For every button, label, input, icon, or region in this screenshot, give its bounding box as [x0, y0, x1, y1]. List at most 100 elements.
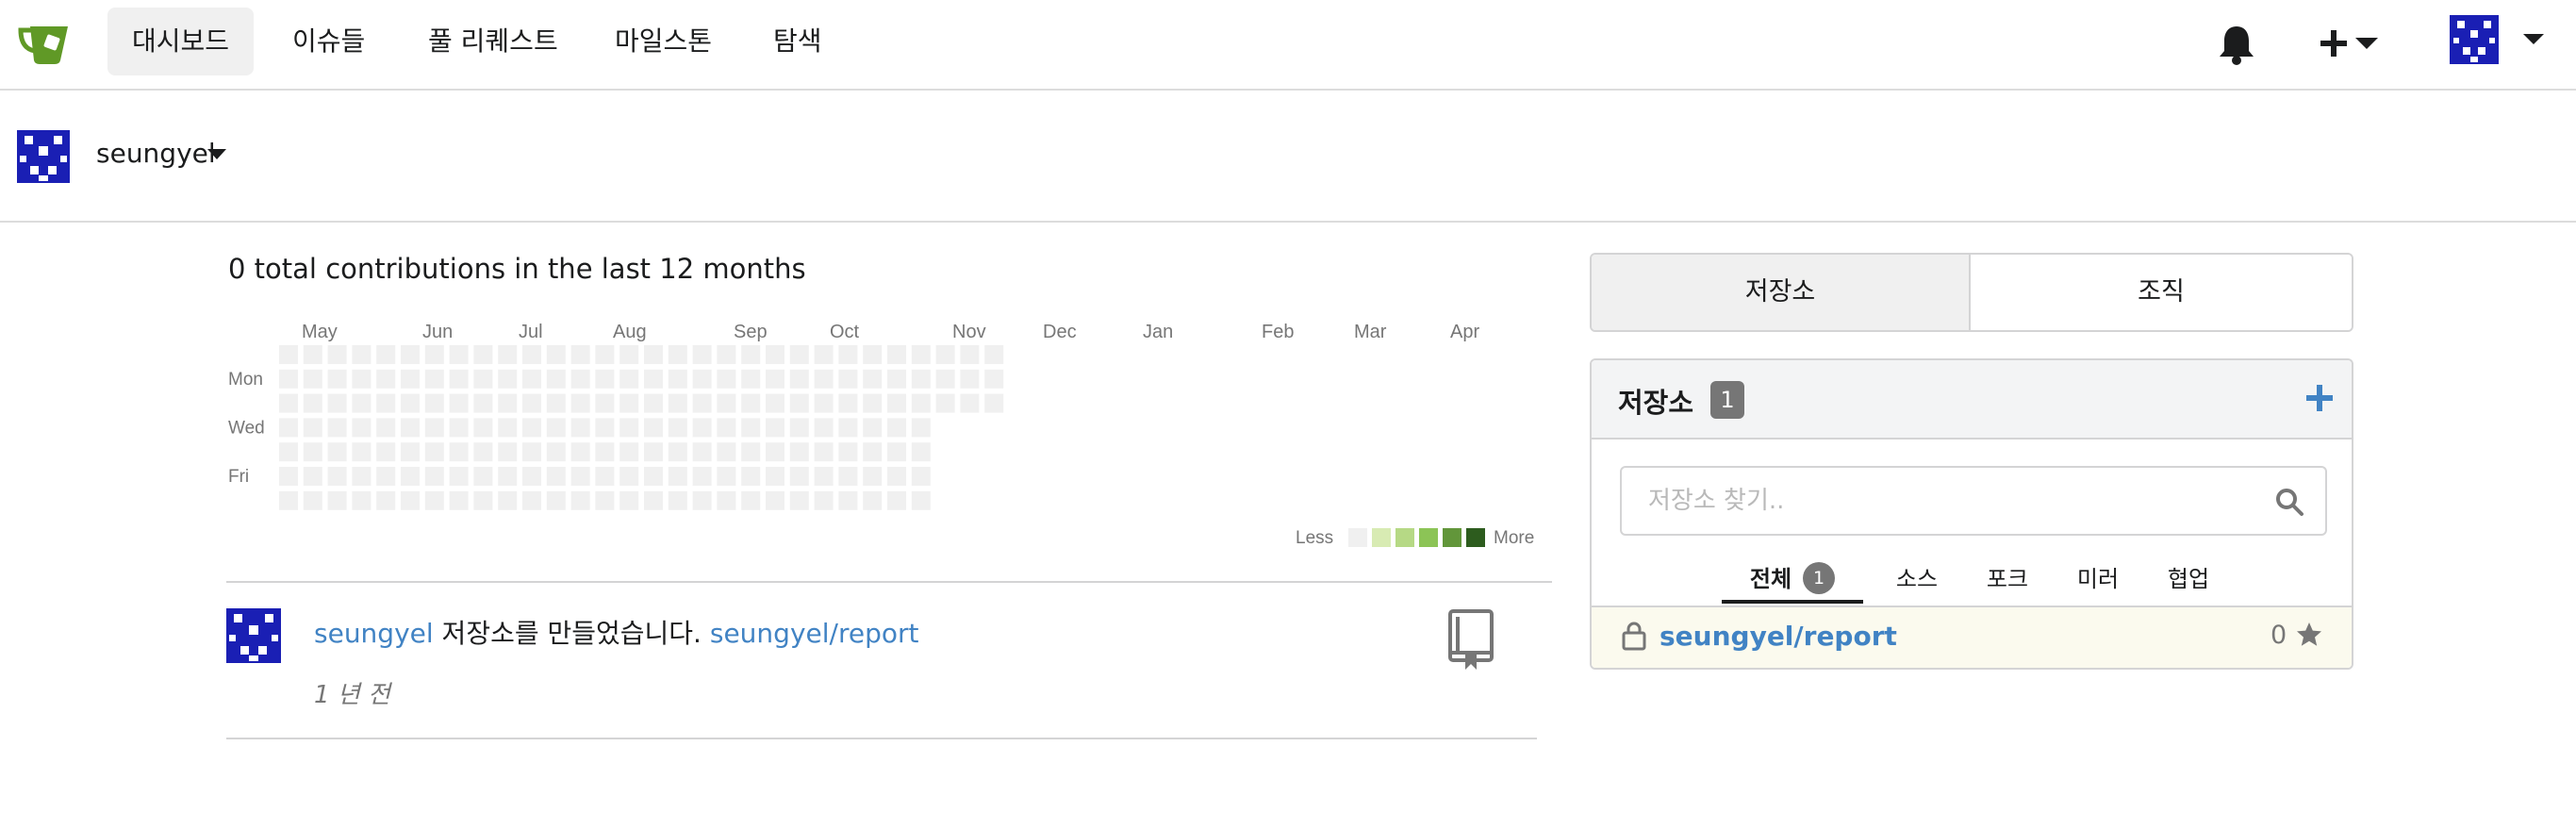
- avatar[interactable]: [17, 130, 70, 183]
- feed-repo-link[interactable]: seungyel/report: [710, 618, 919, 649]
- nav-milestones[interactable]: 마일스톤: [590, 8, 736, 75]
- heatmap-cell: [911, 418, 931, 438]
- heatmap-cell: [473, 490, 493, 510]
- heatmap-cell: [741, 418, 761, 438]
- heatmap-cell: [984, 393, 1004, 413]
- heatmap-cell: [717, 442, 736, 462]
- heatmap-cell: [668, 467, 687, 486]
- heatmap-cell: [473, 345, 493, 364]
- chevron-down-icon[interactable]: [207, 149, 226, 160]
- heatmap-cell: [692, 418, 712, 438]
- tab-repositories[interactable]: 저장소: [1592, 255, 1971, 330]
- heatmap-month-label: Apr: [1450, 322, 1479, 342]
- divider: [226, 738, 1537, 739]
- heatmap-cell: [279, 442, 298, 462]
- heatmap-cell: [327, 393, 347, 413]
- heatmap-cell: [766, 442, 784, 462]
- tab-organizations[interactable]: 조직: [1971, 255, 2352, 330]
- filter-sources[interactable]: 소스: [1884, 560, 1950, 604]
- heatmap-cell: [546, 369, 566, 389]
- heatmap-cell: [570, 345, 590, 364]
- heatmap-cell: [424, 393, 444, 413]
- heatmap-cell: [303, 442, 322, 462]
- feed-user-link[interactable]: seungyel: [314, 618, 434, 649]
- heatmap-cell: [522, 418, 541, 438]
- heatmap-cell: [401, 369, 420, 389]
- heatmap-cell: [789, 467, 809, 486]
- heatmap-cell: [935, 393, 955, 413]
- heatmap-cell: [863, 418, 883, 438]
- filter-mirrors[interactable]: 미러: [2065, 560, 2131, 604]
- heatmap-cell: [498, 467, 518, 486]
- heatmap-legend-swatch: [1348, 528, 1367, 547]
- add-repo-icon[interactable]: [2303, 381, 2337, 415]
- heatmap-cell: [863, 345, 883, 364]
- repo-name-link[interactable]: seungyel/report: [1660, 621, 1897, 652]
- heatmap-cell: [498, 418, 518, 438]
- filter-collaborative[interactable]: 협업: [2155, 560, 2221, 604]
- heatmap-cell: [619, 369, 639, 389]
- filter-forks[interactable]: 포크: [1974, 560, 2040, 604]
- heatmap-cell: [741, 345, 761, 364]
- heatmap-cell: [887, 418, 906, 438]
- repo-list-title: 저장소: [1618, 387, 1694, 419]
- feed-item-text: seungyel 저장소를 만들었습니다. seungyel/report: [314, 613, 918, 651]
- heatmap-month-label: Oct: [830, 322, 860, 342]
- heatmap-cell: [838, 442, 858, 462]
- heatmap-cell: [498, 393, 518, 413]
- filter-all[interactable]: 전체 1: [1722, 560, 1863, 604]
- heatmap-cell: [814, 369, 834, 389]
- heatmap-cell: [619, 442, 639, 462]
- heatmap-cell: [303, 418, 322, 438]
- heatmap-cell: [376, 345, 396, 364]
- heatmap-cell: [911, 369, 931, 389]
- repo-list-item[interactable]: seungyel/report 0: [1592, 606, 2352, 668]
- heatmap-cell: [668, 418, 687, 438]
- heatmap-cell: [424, 369, 444, 389]
- heatmap-cell: [595, 467, 615, 486]
- heatmap-cell: [766, 418, 784, 438]
- heatmap-cell: [838, 490, 858, 510]
- bell-icon[interactable]: [2216, 23, 2257, 66]
- heatmap-cell: [717, 467, 736, 486]
- heatmap-cell: [741, 393, 761, 413]
- heatmap-cell: [352, 418, 372, 438]
- repo-search-input[interactable]: [1620, 466, 2327, 536]
- heatmap-cell: [863, 490, 883, 510]
- heatmap-cell: [960, 393, 980, 413]
- heatmap-cell: [717, 369, 736, 389]
- heatmap-cell: [814, 490, 834, 510]
- heatmap-cell: [424, 467, 444, 486]
- heatmap-month-label: Aug: [613, 322, 647, 342]
- heatmap-legend-more: More: [1494, 528, 1534, 548]
- search-icon[interactable]: [2274, 487, 2304, 517]
- heatmap-cell: [303, 393, 322, 413]
- heatmap-cell: [303, 345, 322, 364]
- avatar[interactable]: [226, 608, 281, 663]
- heatmap-cell: [449, 490, 469, 510]
- create-new-menu[interactable]: [2316, 23, 2391, 64]
- nav-dashboard[interactable]: 대시보드: [107, 8, 255, 75]
- lock-icon: [1622, 622, 1646, 651]
- user-menu[interactable]: [2450, 13, 2553, 66]
- heatmap-cell: [449, 442, 469, 462]
- heatmap-cell: [376, 369, 396, 389]
- heatmap-cell: [741, 467, 761, 486]
- heatmap-legend-swatch: [1466, 528, 1485, 547]
- heatmap-cell: [473, 369, 493, 389]
- context-user-name[interactable]: seungyel: [96, 138, 216, 169]
- heatmap-cell: [766, 369, 784, 389]
- gitea-logo-icon[interactable]: [17, 19, 72, 68]
- heatmap-cell: [449, 418, 469, 438]
- heatmap-cell: [789, 369, 809, 389]
- nav-pull-requests[interactable]: 풀 리퀘스트: [404, 8, 583, 75]
- nav-explore[interactable]: 탐색: [749, 8, 847, 75]
- heatmap-cell: [741, 490, 761, 510]
- nav-issues[interactable]: 이슈들: [268, 8, 389, 75]
- heatmap-cell: [570, 490, 590, 510]
- heatmap-cell: [546, 393, 566, 413]
- heatmap-cell: [546, 345, 566, 364]
- heatmap-cell: [984, 345, 1004, 364]
- heatmap-cell: [911, 393, 931, 413]
- heatmap-cell: [327, 490, 347, 510]
